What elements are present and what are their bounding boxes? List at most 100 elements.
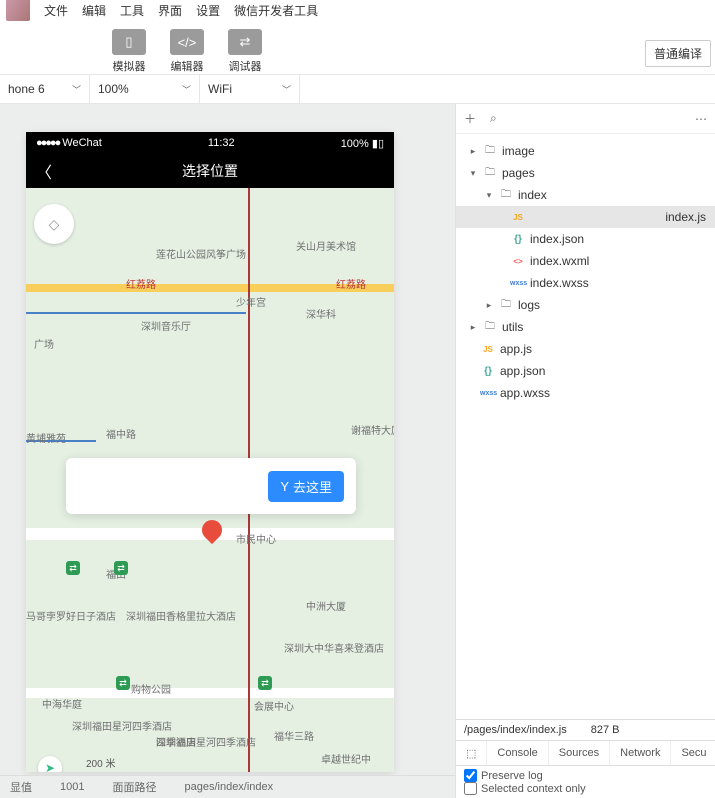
folder-image[interactable]: ▸🗀image <box>456 140 715 162</box>
poi-label: 关山月美术馆 <box>296 238 356 253</box>
file-app-js[interactable]: JSapp.js <box>456 338 715 360</box>
debugger-button[interactable]: ⇄ 调试器 <box>216 29 274 74</box>
file-index-js[interactable]: JSindex.js <box>456 206 715 228</box>
chevron-down-icon: ﹀ <box>282 83 291 96</box>
toolbar: ▯ 模拟器 </> 编辑器 ⇄ 调试器 普通编译 <box>0 20 715 74</box>
js-icon: JS <box>480 345 496 354</box>
explorer-toolbar: ＋ ⌕ ⋯ <box>456 104 715 134</box>
map-scale: 200 米 <box>86 755 115 770</box>
folder-icon: 🗀 <box>498 187 514 204</box>
folder-utils[interactable]: ▸🗀utils <box>456 316 715 338</box>
footer-label: 面面路径 <box>112 779 156 795</box>
road-label: 红荔路 <box>126 276 156 291</box>
poi-label: 福中路 <box>106 426 136 441</box>
poi-label: 马哥孛罗好日子酒店 <box>26 608 116 623</box>
footer-path: pages/index/index <box>184 781 273 793</box>
preserve-log-check[interactable]: Preserve log <box>464 769 707 782</box>
menu-tools[interactable]: 工具 <box>120 2 144 19</box>
avatar[interactable] <box>6 0 30 21</box>
file-app-json[interactable]: {}app.json <box>456 360 715 382</box>
poi-label: 中洲大厦 <box>306 598 346 613</box>
go-here-button[interactable]: Y去这里 <box>268 471 344 502</box>
more-icon[interactable]: ⋯ <box>695 112 707 126</box>
wxss-icon: wxss <box>510 280 526 287</box>
metro-icon: ⇄ <box>66 561 80 575</box>
menu-ui[interactable]: 界面 <box>158 2 182 19</box>
compass-control[interactable]: ◇ <box>34 204 74 244</box>
folder-index[interactable]: ▾🗀index <box>456 184 715 206</box>
tab-sources[interactable]: Sources <box>549 741 610 765</box>
file-index-json[interactable]: {}index.json <box>456 228 715 250</box>
locate-button[interactable]: ➤ <box>38 756 62 772</box>
compile-button[interactable]: 普通编译 <box>645 40 711 67</box>
page-header: 〈 选择位置 <box>26 154 394 188</box>
sim-footer: 显值 1001 面面路径 pages/index/index <box>0 775 455 798</box>
route-icon: Y <box>280 479 289 494</box>
map-pin-icon <box>202 520 222 548</box>
file-path: /pages/index/index.js <box>464 724 567 736</box>
poi-label: 少年宫 <box>236 294 266 309</box>
file-tree: ▸🗀image ▾🗀pages ▾🗀index JSindex.js {}ind… <box>456 134 715 719</box>
poi-label: 深华科 <box>306 306 336 321</box>
metro-icon: ⇄ <box>116 676 130 690</box>
folder-icon: 🗀 <box>482 319 498 336</box>
simulator-button[interactable]: ▯ 模拟器 <box>100 29 158 74</box>
inspect-icon[interactable]: ⬚ <box>456 741 487 765</box>
json-icon: {} <box>510 234 526 245</box>
tab-security[interactable]: Secu <box>671 741 715 765</box>
editor-button[interactable]: </> 编辑器 <box>158 29 216 74</box>
poi-label: 广场 <box>34 336 54 351</box>
debug-panel: /pages/index/index.js 827 B ⬚ Console Sou… <box>456 719 715 798</box>
device-select[interactable]: hone 6﹀ <box>0 75 90 103</box>
poi-label: 深圳福田星河四季酒店 <box>72 718 172 733</box>
menu-file[interactable]: 文件 <box>44 2 68 19</box>
poi-label: 莲花山公园风筝广场 <box>156 246 246 261</box>
menu-bar: 文件 编辑 工具 界面 设置 微信开发者工具 <box>0 0 715 20</box>
poi-label: 深圳福田香格里拉大酒店 <box>126 608 236 623</box>
footer-label: 显值 <box>10 779 32 795</box>
poi-label: 中海华庭 <box>42 696 82 711</box>
file-size: 827 B <box>591 724 620 736</box>
road-label: 红荔路 <box>336 276 366 291</box>
menu-wechat-dev[interactable]: 微信开发者工具 <box>234 2 318 19</box>
file-app-wxss[interactable]: wxssapp.wxss <box>456 382 715 404</box>
footer-value: 1001 <box>60 781 84 793</box>
search-icon[interactable]: ⌕ <box>490 111 497 126</box>
folder-pages[interactable]: ▾🗀pages <box>456 162 715 184</box>
tab-network[interactable]: Network <box>610 741 671 765</box>
folder-icon: 🗀 <box>482 165 498 182</box>
battery: 100% ▮▯ <box>341 137 384 150</box>
zoom-select[interactable]: 100%﹀ <box>90 75 200 103</box>
poi-label: 市民中心 <box>236 531 276 546</box>
chevron-down-icon: ﹀ <box>182 83 191 96</box>
location-card: Y去这里 <box>66 458 356 514</box>
debug-icon: ⇄ <box>228 29 262 55</box>
poi-label: 黄埔雅苑 <box>26 430 66 445</box>
poi-label: 谢福特大厦 <box>351 422 394 437</box>
poi-label: 会展中心 <box>254 698 294 713</box>
js-icon: JS <box>510 213 526 222</box>
carrier: ●●●●● WeChat <box>36 137 102 149</box>
network-select[interactable]: WiFi﹀ <box>200 75 300 103</box>
folder-logs[interactable]: ▸🗀logs <box>456 294 715 316</box>
file-index-wxss[interactable]: wxssindex.wxss <box>456 272 715 294</box>
map-view[interactable]: ◇ 红荔路 红荔路 少年宫 市民中心 会展中心 购物公园 福田 深圳音乐厅 莲花… <box>26 188 394 772</box>
poi-label: 深圳音乐厅 <box>141 318 191 333</box>
time: 11:32 <box>208 137 235 149</box>
file-index-wxml[interactable]: <>index.wxml <box>456 250 715 272</box>
back-icon[interactable]: 〈 <box>36 159 52 183</box>
add-icon[interactable]: ＋ <box>464 110 476 127</box>
menu-settings[interactable]: 设置 <box>196 2 220 19</box>
poi-label: 福华三路 <box>274 728 314 743</box>
devtools-tabs: ⬚ Console Sources Network Secu <box>456 740 715 766</box>
phone-frame: ●●●●● WeChat 11:32 100% ▮▯ 〈 选择位置 ◇ 红荔路 … <box>26 132 394 772</box>
menu-edit[interactable]: 编辑 <box>82 2 106 19</box>
simulator-panel: ●●●●● WeChat 11:32 100% ▮▯ 〈 选择位置 ◇ 红荔路 … <box>0 104 455 798</box>
page-title: 选择位置 <box>182 161 238 181</box>
folder-icon: 🗀 <box>498 297 514 314</box>
selector-row: hone 6﹀ 100%﹀ WiFi﹀ <box>0 74 715 104</box>
poi-label: 卓越世纪中 <box>321 751 371 766</box>
wxml-icon: <> <box>510 257 526 266</box>
tab-console[interactable]: Console <box>487 741 548 765</box>
context-only-check[interactable]: Selected context only <box>464 782 707 795</box>
